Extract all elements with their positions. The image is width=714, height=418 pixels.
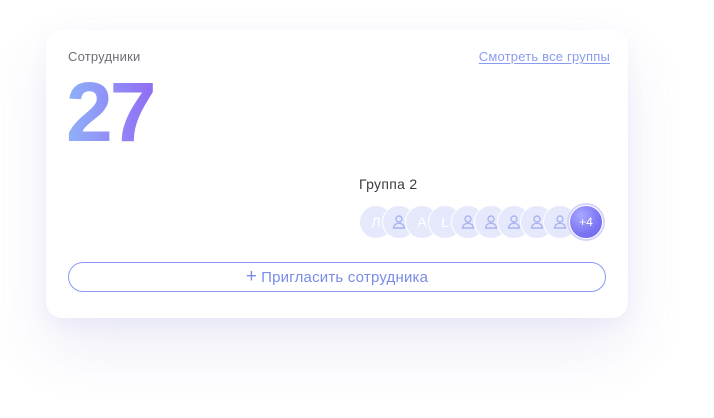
employees-card: Сотрудники Смотреть все группы 27 Группа… (46, 30, 628, 318)
avatar-initial: Л (371, 214, 381, 230)
page: Сотрудники Смотреть все группы 27 Группа… (0, 0, 714, 418)
group-name: Группа 2 (359, 176, 418, 192)
avatar-initial: A (417, 214, 427, 230)
more-members-count: +4 (579, 215, 593, 229)
more-members-badge[interactable]: +4 (569, 205, 603, 239)
card-title: Сотрудники (68, 49, 141, 64)
user-icon (552, 214, 568, 230)
plus-icon: + (245, 265, 258, 287)
group-avatars: Л A L +4 (359, 205, 609, 241)
avatar-initial: L (441, 214, 449, 230)
invite-employee-label: Пригласить сотрудника (261, 268, 429, 286)
employee-count: 27 (66, 65, 156, 159)
invite-employee-button[interactable]: + Пригласить сотрудника (68, 262, 606, 292)
view-all-groups-link[interactable]: Смотреть все группы (479, 49, 610, 64)
